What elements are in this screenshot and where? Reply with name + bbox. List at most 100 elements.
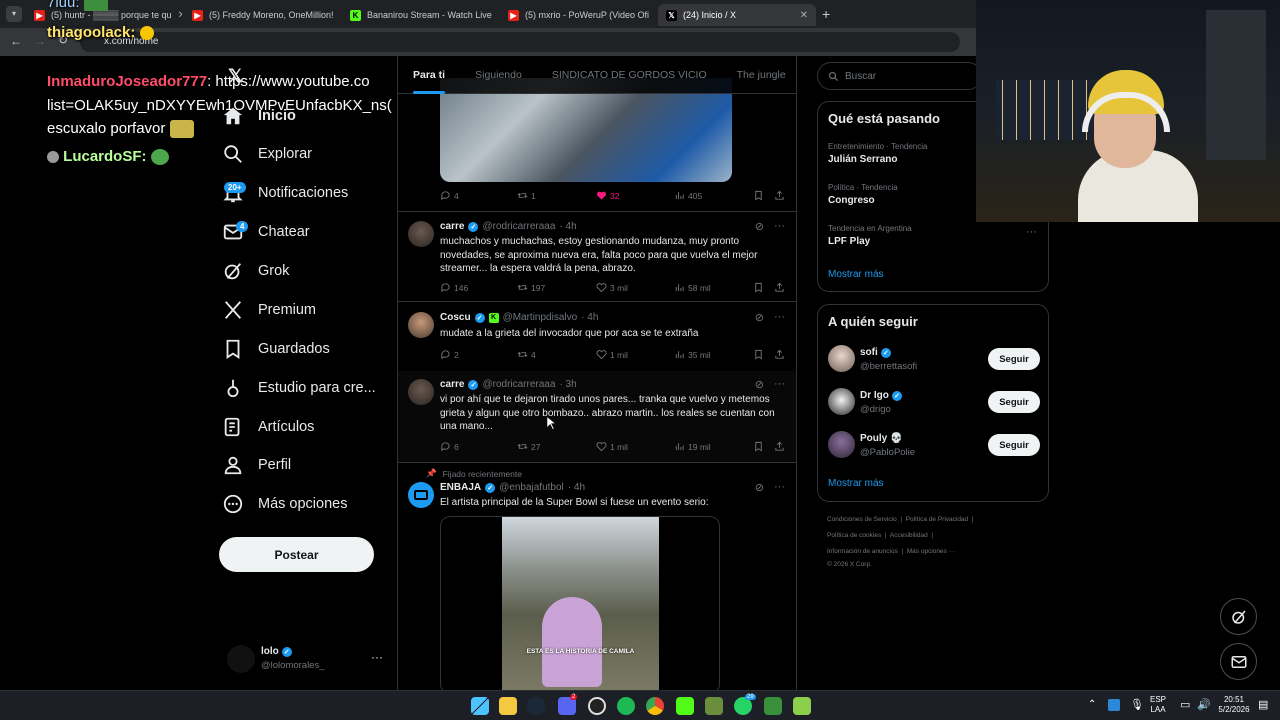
- share-action[interactable]: [774, 282, 785, 293]
- messages-float-button[interactable]: [1220, 643, 1257, 680]
- avatar[interactable]: [408, 312, 434, 338]
- views-action[interactable]: 19 mil: [674, 441, 711, 452]
- views-action[interactable]: 405: [674, 190, 702, 201]
- file-explorer-icon[interactable]: [499, 697, 517, 715]
- show-more-link[interactable]: Mostrar más: [828, 478, 884, 489]
- url-bar[interactable]: x.com/home: [80, 32, 960, 52]
- more-dots-icon[interactable]: ···: [774, 378, 785, 391]
- repost-action[interactable]: 197: [517, 282, 545, 293]
- bookmark-action[interactable]: [753, 349, 764, 360]
- tweet-video[interactable]: ESTA ES LA HISTORIA DE CAMILA: [440, 516, 720, 690]
- tab-for-you[interactable]: Para ti: [398, 69, 460, 94]
- bookmark-action[interactable]: [753, 282, 764, 293]
- browser-tab[interactable]: ▶ (5) Freddy Moreno, OneMillion! ✕: [184, 4, 340, 26]
- search-input[interactable]: Buscar: [817, 62, 982, 90]
- close-tab-icon[interactable]: ✕: [800, 10, 808, 21]
- tweet[interactable]: Coscu ✓ K @Martinpdisalvo · 4h ⊘ ··· mudate…: [398, 303, 796, 366]
- avatar[interactable]: [408, 482, 434, 508]
- back-icon[interactable]: ←: [10, 34, 22, 48]
- trend-item[interactable]: Política · Tendencia Congreso: [828, 183, 898, 206]
- tab-following[interactable]: Siguiendo: [460, 69, 537, 81]
- trend-item[interactable]: Tendencia en Argentina LPF Play: [828, 224, 912, 247]
- account-switcher[interactable]: lolo ✓ @lolomorales_ ···: [227, 644, 387, 674]
- nav-more[interactable]: Más opciones: [222, 487, 347, 521]
- follow-suggestion[interactable]: Dr Igo ✓ @drigo Seguir: [828, 388, 1040, 418]
- reply-action[interactable]: 146: [440, 282, 468, 293]
- tab-list[interactable]: The jungle: [722, 69, 796, 81]
- browser-tab[interactable]: ▶ (5) mxrio - PoWeruP (Video Ofi ✕: [500, 4, 656, 26]
- forward-icon[interactable]: →: [34, 34, 46, 48]
- post-button[interactable]: Postear: [219, 537, 374, 572]
- share-action[interactable]: [774, 441, 785, 452]
- close-tab-icon[interactable]: ✕: [178, 10, 182, 21]
- follow-button[interactable]: Seguir: [988, 348, 1040, 370]
- browser-tab-active[interactable]: 𝕏 (24) Inicio / X ✕: [658, 4, 816, 26]
- nav-bookmarks[interactable]: Guardados: [222, 332, 330, 366]
- more-dots-icon[interactable]: ···: [1026, 226, 1037, 238]
- nav-articles[interactable]: Artículos: [222, 410, 314, 444]
- avatar[interactable]: [408, 221, 434, 247]
- like-action[interactable]: 32: [596, 190, 619, 201]
- more-dots-icon[interactable]: ···: [774, 481, 785, 494]
- more-dots-icon[interactable]: ···: [774, 311, 785, 324]
- nav-profile[interactable]: Perfil: [222, 448, 291, 482]
- repost-action[interactable]: 27: [517, 441, 540, 452]
- microphone-icon[interactable]: 🎙: [1130, 698, 1144, 711]
- tab-list-button[interactable]: ▾: [6, 6, 22, 22]
- tray-chevron-icon[interactable]: ⌃: [1088, 699, 1096, 710]
- tab-list[interactable]: SINDICATO DE GORDOS VICIO: [537, 69, 722, 81]
- new-tab-button[interactable]: +: [822, 6, 830, 22]
- obs-icon[interactable]: [588, 697, 606, 715]
- app-icon[interactable]: [764, 697, 782, 715]
- follow-button[interactable]: Seguir: [988, 434, 1040, 456]
- follow-button[interactable]: Seguir: [988, 391, 1040, 413]
- avatar[interactable]: [828, 431, 855, 458]
- tweet[interactable]: carre ✓ @rodricarreraaa · 4h ⊘ ··· muchacho…: [398, 213, 796, 302]
- tweet[interactable]: 📌 Fijado recientemente ENBAJA ✓ @enbajafut…: [398, 464, 796, 690]
- language-indicator[interactable]: ESP LAA: [1150, 695, 1166, 715]
- follow-suggestion[interactable]: Pouly 💀 @PabloPolie Seguir: [828, 431, 1040, 461]
- windows-start-icon[interactable]: [471, 697, 489, 715]
- repost-action[interactable]: 1: [517, 190, 536, 201]
- repost-action[interactable]: 4: [517, 349, 536, 360]
- spotify-icon[interactable]: [617, 697, 635, 715]
- close-tab-icon[interactable]: ✕: [655, 10, 656, 21]
- chrome-icon[interactable]: [646, 697, 664, 715]
- browser-tab[interactable]: K Bananirou Stream - Watch Live ✕: [342, 4, 498, 26]
- volume-icon[interactable]: 🔊: [1197, 698, 1211, 711]
- grok-icon[interactable]: ⊘: [755, 220, 764, 233]
- clock[interactable]: 20:51 5/2/2026: [1214, 695, 1254, 715]
- more-dots-icon[interactable]: ···: [774, 220, 785, 233]
- share-action[interactable]: [774, 190, 785, 201]
- like-action[interactable]: 3 mil: [596, 282, 628, 293]
- views-action[interactable]: 35 mil: [674, 349, 711, 360]
- follow-suggestion[interactable]: sofi ✓ @berrettasofi Seguir: [828, 345, 1040, 375]
- like-action[interactable]: 1 mil: [596, 349, 628, 360]
- nav-premium[interactable]: Premium: [222, 293, 316, 327]
- nav-creator-studio[interactable]: Estudio para cre...: [222, 371, 376, 405]
- grok-icon[interactable]: ⊘: [755, 311, 764, 324]
- tweet[interactable]: carre ✓ @rodricarreraaa · 3h ⊘ ··· vi por a…: [398, 371, 796, 463]
- nav-explore[interactable]: Explorar: [222, 137, 312, 171]
- nav-chat[interactable]: Chatear: [222, 215, 310, 249]
- avatar[interactable]: [408, 379, 434, 405]
- nav-grok[interactable]: Grok: [222, 254, 289, 288]
- kick-icon[interactable]: [676, 697, 694, 715]
- avatar[interactable]: [828, 388, 855, 415]
- bookmark-action[interactable]: [753, 441, 764, 452]
- grok-icon[interactable]: ⊘: [755, 481, 764, 494]
- tray-app-icon[interactable]: [1108, 699, 1120, 711]
- app-icon[interactable]: [793, 697, 811, 715]
- reply-action[interactable]: 6: [440, 441, 459, 452]
- share-action[interactable]: [774, 349, 785, 360]
- x-logo-icon[interactable]: 𝕏: [228, 66, 243, 87]
- bookmark-action[interactable]: [753, 190, 764, 201]
- reply-action[interactable]: 4: [440, 190, 459, 201]
- show-more-link[interactable]: Mostrar más: [828, 269, 884, 280]
- trend-item[interactable]: Entretenimiento · Tendencia Julián Serra…: [828, 142, 927, 165]
- notification-center-icon[interactable]: ▤: [1258, 698, 1268, 711]
- grok-float-button[interactable]: [1220, 598, 1257, 635]
- more-dots-icon[interactable]: ···: [371, 650, 383, 664]
- network-icon[interactable]: ▭: [1180, 698, 1190, 711]
- nav-home[interactable]: Inicio: [222, 99, 296, 133]
